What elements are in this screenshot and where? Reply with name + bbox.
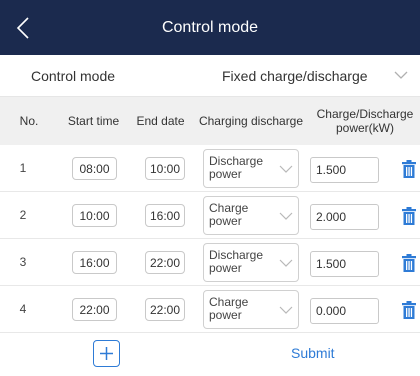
table-row: 1 08:00 10:00 Discharge power 1.500 [0, 145, 420, 192]
trash-icon[interactable] [401, 254, 417, 272]
trash-icon[interactable] [401, 207, 417, 225]
end-time-field[interactable]: 10:00 [145, 157, 185, 180]
start-time-field[interactable]: 08:00 [72, 157, 117, 180]
charging-mode-dropdown[interactable]: Charge power [203, 196, 299, 235]
table-row: 2 10:00 16:00 Charge power 2.000 [0, 192, 420, 239]
row-number: 4 [19, 302, 27, 316]
chevron-down-icon [279, 306, 293, 314]
power-input[interactable]: 0.000 [310, 298, 379, 324]
table-row: 3 16:00 22:00 Discharge power 1.500 [0, 239, 420, 286]
table-header: No. Start time End date Charging dischar… [0, 97, 420, 145]
power-input[interactable]: 1.500 [310, 251, 379, 277]
chevron-down-icon [279, 165, 293, 173]
charging-mode-dropdown[interactable]: Charge power [203, 290, 299, 329]
trash-icon[interactable] [401, 301, 417, 319]
footer-bar: Submit [0, 336, 420, 376]
page-title: Control mode [161, 19, 259, 36]
chevron-down-icon[interactable] [394, 70, 408, 80]
add-row-button[interactable] [93, 340, 120, 367]
chevron-down-icon [279, 259, 293, 267]
end-time-field[interactable]: 16:00 [145, 204, 185, 227]
end-time-field[interactable]: 22:00 [145, 298, 185, 321]
power-input[interactable]: 2.000 [310, 204, 379, 230]
header-end-date: End date [136, 114, 185, 128]
charging-mode-value: Discharge power [209, 248, 264, 275]
charging-mode-value: Discharge power [209, 154, 264, 181]
charging-mode-value: Charge power [209, 295, 249, 322]
row-number: 2 [19, 208, 27, 222]
start-time-field[interactable]: 22:00 [72, 298, 117, 321]
charging-mode-dropdown[interactable]: Discharge power [203, 149, 299, 188]
submit-button[interactable]: Submit [291, 345, 335, 361]
table-row: 4 22:00 22:00 Charge power 0.000 [0, 286, 420, 333]
trash-icon[interactable] [401, 160, 417, 178]
header-start-time: Start time [67, 114, 120, 128]
control-mode-row[interactable]: Control mode Fixed charge/discharge [0, 55, 420, 97]
row-number: 3 [19, 255, 27, 269]
charging-mode-dropdown[interactable]: Discharge power [203, 243, 299, 282]
control-mode-value[interactable]: Fixed charge/discharge [222, 68, 368, 84]
header-bar: Control mode [0, 0, 420, 55]
header-charging-discharge: Charging discharge [198, 114, 304, 128]
control-mode-label: Control mode [31, 68, 116, 84]
chevron-down-icon [279, 212, 293, 220]
power-input[interactable]: 1.500 [310, 157, 379, 183]
row-number: 1 [19, 161, 27, 175]
header-power: Charge/Discharge power(kW) [316, 107, 414, 135]
start-time-field[interactable]: 10:00 [72, 204, 117, 227]
start-time-field[interactable]: 16:00 [72, 251, 117, 274]
header-no: No. [19, 114, 39, 128]
plus-icon [100, 347, 113, 360]
charging-mode-value: Charge power [209, 201, 249, 228]
end-time-field[interactable]: 22:00 [145, 251, 185, 274]
